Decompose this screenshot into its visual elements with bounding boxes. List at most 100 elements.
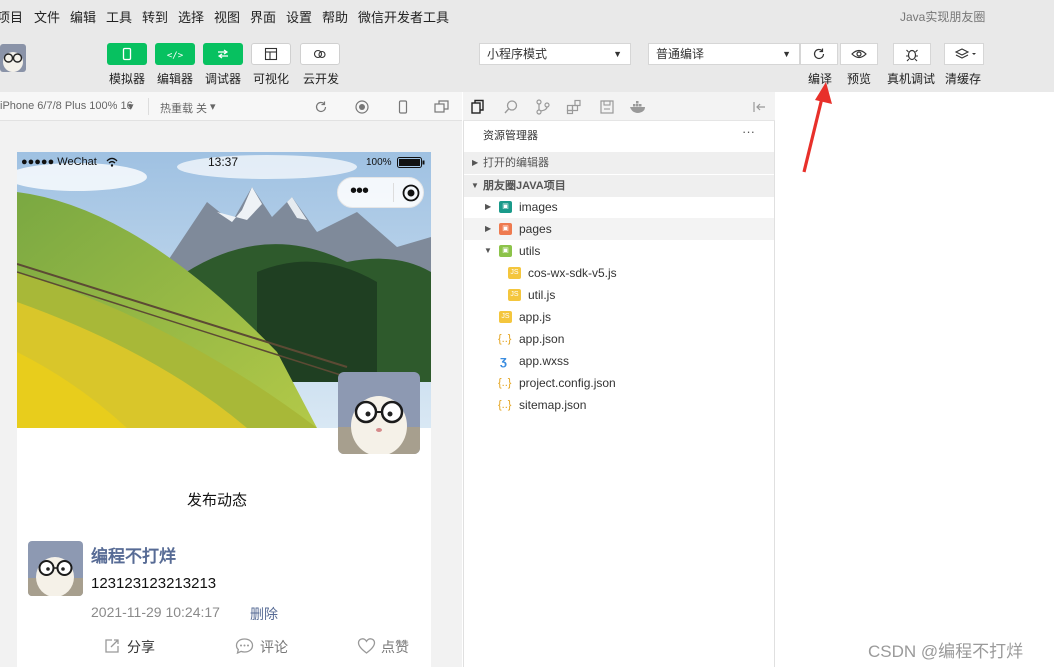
debugger-label: 调试器: [205, 72, 242, 86]
simulator-toggle-button[interactable]: [107, 43, 147, 65]
chevron-right-icon: ▶: [472, 158, 479, 167]
post-content: 123123123213213: [91, 575, 217, 592]
tree-file-util-js[interactable]: JS util.js: [464, 284, 774, 306]
menu-select[interactable]: 选择: [178, 7, 204, 26]
explorer-more-button[interactable]: ···: [742, 124, 755, 139]
like-button[interactable]: 点赞: [357, 636, 427, 658]
menu-edit[interactable]: 编辑: [70, 7, 96, 26]
publish-post-link[interactable]: 发布动态: [187, 489, 247, 510]
divider: [393, 183, 394, 202]
editor-toggle-button[interactable]: </>: [155, 43, 195, 65]
menu-bar: 项目 文件 编辑 工具 转到 选择 视图 界面 设置 帮助 微信开发者工具 Ja…: [0, 0, 1054, 31]
chevron-down-icon: ▾: [128, 101, 134, 113]
record-icon[interactable]: [355, 100, 369, 114]
rotate-icon[interactable]: [314, 100, 328, 114]
compile-select-value: 普通编译: [656, 47, 705, 61]
layers-icon: [954, 48, 976, 59]
search-icon[interactable]: [503, 99, 519, 115]
cloud-icon: [313, 49, 326, 59]
like-label: 点赞: [381, 639, 409, 655]
chevron-down-icon: ▼: [613, 49, 622, 59]
compile-button[interactable]: [800, 43, 838, 65]
tree-file-app-json[interactable]: {..} app.json: [464, 328, 774, 350]
code-icon: </>: [167, 51, 184, 61]
tree-folder-utils[interactable]: ▼ ▣ utils: [464, 240, 774, 262]
menu-help[interactable]: 帮助: [322, 7, 348, 26]
js-file-icon: JS: [508, 267, 521, 279]
explorer-activity-bar: [463, 92, 775, 121]
js-file-icon: JS: [499, 311, 512, 323]
json-file-icon: {..}: [498, 377, 512, 389]
tree-file-app-wxss[interactable]: ʒ app.wxss: [464, 350, 774, 372]
editor-label: 编辑器: [157, 72, 194, 86]
mode-select[interactable]: 小程序模式 ▼: [479, 43, 631, 65]
profile-avatar[interactable]: [338, 372, 420, 454]
menu-project[interactable]: 项目: [0, 7, 23, 26]
more-dots-icon[interactable]: •••: [350, 180, 369, 203]
visual-toggle-button[interactable]: [251, 43, 291, 65]
svg-text:</>: </>: [167, 51, 184, 61]
menu-settings[interactable]: 设置: [286, 7, 312, 26]
preview-button[interactable]: [840, 43, 878, 65]
menu-file[interactable]: 文件: [34, 7, 60, 26]
clear-cache-button[interactable]: [944, 43, 984, 65]
collapse-panel-icon[interactable]: [751, 100, 767, 114]
watermark: CSDN @编程不打烊: [868, 642, 1024, 661]
post-username[interactable]: 编程不打烊: [91, 542, 176, 567]
post-delete-link[interactable]: 删除: [250, 604, 278, 624]
comment-icon: [235, 638, 254, 655]
tree-item-label: utils: [519, 244, 541, 258]
post-avatar[interactable]: [28, 541, 83, 596]
remote-debug-button[interactable]: [893, 43, 931, 65]
chevron-right-icon: ▶: [485, 224, 492, 233]
files-icon[interactable]: [470, 99, 486, 115]
share-label: 分享: [127, 639, 155, 655]
tree-folder-pages[interactable]: ▶ ▣ pages: [464, 218, 774, 240]
storage-icon[interactable]: [599, 99, 615, 115]
tree-folder-images[interactable]: ▶ ▣ images: [464, 196, 774, 218]
share-button[interactable]: 分享: [103, 636, 173, 658]
menu-view[interactable]: 视图: [214, 7, 240, 26]
refresh-icon: [813, 48, 825, 60]
tree-item-label: pages: [519, 222, 552, 236]
tree-file-cos-sdk[interactable]: JS cos-wx-sdk-v5.js: [464, 262, 774, 284]
remote-debug-label: 真机调试: [887, 72, 936, 86]
compile-select[interactable]: 普通编译 ▼: [648, 43, 800, 65]
tree-item-label: app.js: [519, 310, 552, 324]
cloud-dev-button[interactable]: [300, 43, 340, 65]
explorer-title: 资源管理器: [483, 130, 538, 142]
tree-file-app-js[interactable]: JS app.js: [464, 306, 774, 328]
source-control-icon[interactable]: [535, 99, 551, 115]
tree-item-label: project.config.json: [519, 376, 616, 390]
capsule-menu: •••: [337, 177, 424, 208]
hot-reload-toggle[interactable]: 热重载 关: [160, 100, 207, 116]
comment-label: 评论: [260, 639, 288, 655]
editor-area: [776, 92, 1054, 667]
menu-goto[interactable]: 转到: [142, 7, 168, 26]
json-file-icon: {..}: [498, 333, 512, 345]
phone-icon[interactable]: [396, 100, 410, 114]
docker-icon[interactable]: [629, 99, 647, 115]
menu-tools[interactable]: 工具: [106, 7, 132, 26]
json-file-icon: {..}: [498, 399, 512, 411]
tree-item-label: app.json: [519, 332, 565, 346]
extensions-icon[interactable]: [566, 99, 582, 115]
simulator-header: iPhone 6/7/8 Plus 100% 16 ▾ 热重载 关 ▾: [0, 92, 462, 121]
debugger-toggle-button[interactable]: [203, 43, 243, 65]
close-mini-program-icon[interactable]: [402, 184, 420, 202]
user-avatar[interactable]: [0, 44, 26, 72]
comment-button[interactable]: 评论: [235, 636, 305, 658]
heart-icon: [357, 638, 376, 654]
section-open-editors[interactable]: ▶ 打开的编辑器: [464, 152, 774, 174]
section-project[interactable]: ▼ 朋友圈JAVA项目: [464, 175, 774, 197]
menu-devtools[interactable]: 微信开发者工具: [358, 7, 449, 26]
tree-file-project-config[interactable]: {..} project.config.json: [464, 372, 774, 394]
detach-window-icon[interactable]: [434, 100, 450, 114]
device-select[interactable]: iPhone 6/7/8 Plus 100% 16: [0, 100, 133, 112]
tree-file-sitemap[interactable]: {..} sitemap.json: [464, 394, 774, 416]
status-time: 13:37: [208, 155, 239, 169]
chevron-down-icon: ▼: [484, 246, 492, 255]
section-project-label: 朋友圈JAVA项目: [483, 180, 566, 192]
menu-interface[interactable]: 界面: [250, 7, 276, 26]
window-title: Java实现朋友圈: [900, 10, 986, 24]
